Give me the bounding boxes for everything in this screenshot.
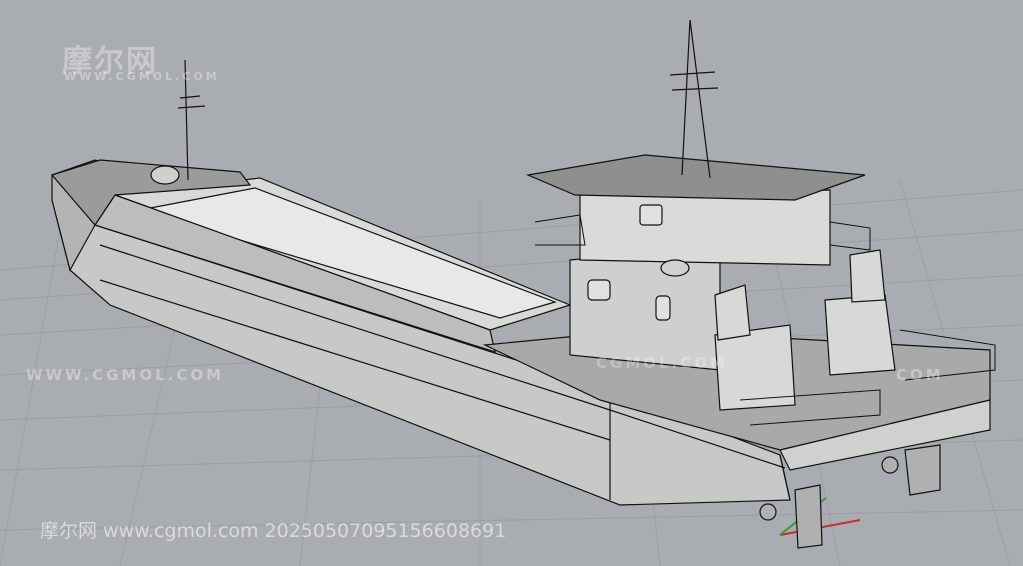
watermark-url-mid: CGMOL.COM <box>596 354 728 372</box>
watermark-url-right: COM <box>896 366 944 384</box>
perspective-viewport[interactable]: 摩尔网 WWW.CGMOL.COM WWW.CGMOL.COM CGMOL.CO… <box>0 0 1023 566</box>
watermark-url-left: WWW.CGMOL.COM <box>26 366 225 384</box>
ship-model-scene[interactable] <box>0 0 1023 566</box>
watermark-logo-url: WWW.CGMOL.COM <box>64 70 220 83</box>
watermark-footer: 摩尔网 www.cgmol.com 20250507095156608691 <box>40 520 507 542</box>
